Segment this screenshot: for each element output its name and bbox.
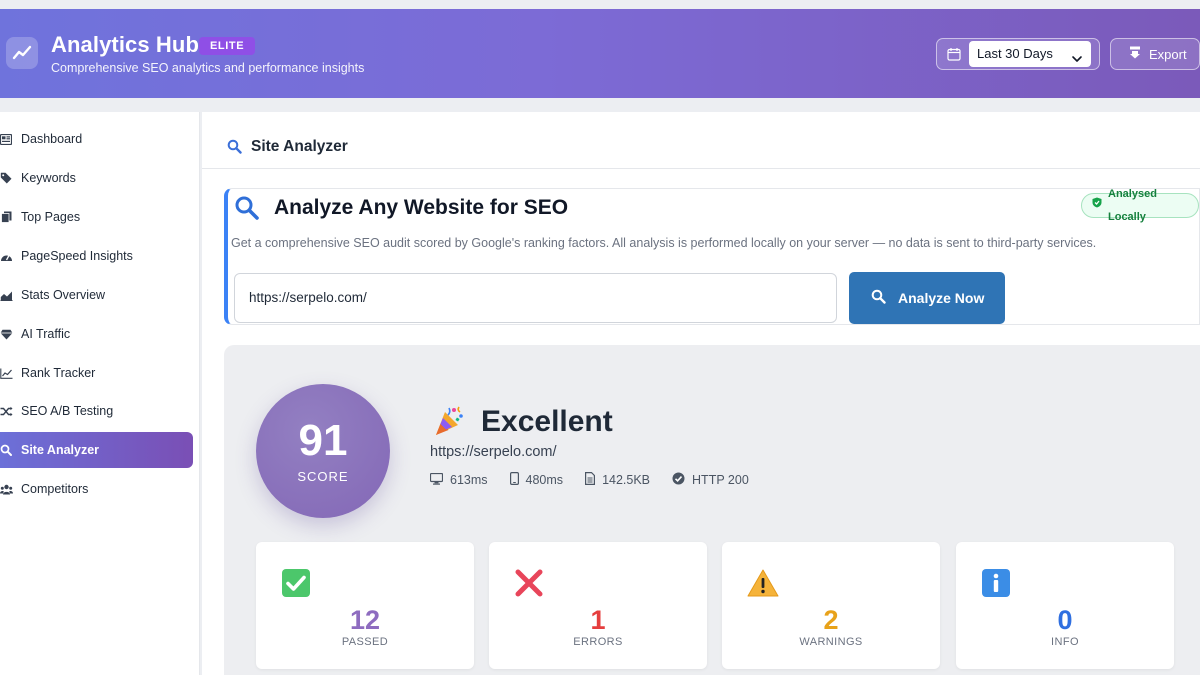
export-label: Export <box>1149 46 1187 62</box>
url-input[interactable]: https://serpelo.com/ <box>234 273 837 323</box>
sidebar-item-label: AI Traffic <box>21 327 71 341</box>
sidebar-item-label: Competitors <box>21 482 89 496</box>
users-icon <box>0 484 17 495</box>
sidebar-item-competitors[interactable]: Competitors <box>0 471 193 507</box>
shuffle-icon <box>0 406 17 417</box>
search-icon <box>234 195 260 226</box>
result-url: https://serpelo.com/ <box>430 444 557 460</box>
result-metrics: 613ms 480ms 142.5KB HTTP 200 <box>429 472 749 488</box>
stat-label: PASSED <box>341 636 389 648</box>
mobile-load-time: 480ms <box>525 473 564 487</box>
search-icon <box>871 289 886 307</box>
stat-card-warnings: 2 WARNINGS <box>722 542 940 669</box>
desktop-load-time: 613ms <box>450 473 488 487</box>
stat-card-errors: 1 ERRORS <box>489 542 707 669</box>
analyzer-description: Get a comprehensive SEO audit scored by … <box>231 236 1097 250</box>
info-icon <box>981 568 1011 603</box>
sidebar-item-site-analyzer[interactable]: Site Analyzer <box>0 432 193 468</box>
analyze-button-label: Analyze Now <box>898 290 985 306</box>
page-size-value: 142.5KB <box>602 473 651 487</box>
sidebar-item-label: Keywords <box>21 171 76 185</box>
analyze-button[interactable]: Analyze Now <box>849 272 1005 324</box>
search-icon <box>227 139 242 159</box>
line-chart-icon <box>0 368 17 379</box>
warning-icon <box>747 568 779 603</box>
chevron-down-icon <box>1071 48 1083 74</box>
diamond-icon <box>0 329 17 340</box>
trend-icon <box>6 37 38 69</box>
app-header: Analytics Hub ELITE Comprehensive SEO an… <box>0 9 1200 98</box>
export-button[interactable]: Export <box>1110 38 1200 70</box>
score-value: 91 <box>298 416 348 465</box>
calendar-icon <box>947 47 961 66</box>
score-label: SCORE <box>297 469 349 484</box>
area-chart-icon <box>0 290 17 301</box>
stat-value: 2 <box>823 605 839 635</box>
file-icon <box>585 472 596 488</box>
sidebar-item-label: Top Pages <box>21 210 81 224</box>
stat-card-info: 0 INFO <box>956 542 1174 669</box>
desktop-load-metric: 613ms <box>429 472 488 488</box>
local-analysis-badge: Analysed Locally <box>1081 188 1199 223</box>
sidebar-item-label: Stats Overview <box>21 288 106 302</box>
stat-label: WARNINGS <box>799 636 863 648</box>
date-range-select[interactable]: Last 30 Days <box>969 41 1091 67</box>
sidebar-item-ai-traffic[interactable]: AI Traffic <box>0 316 193 352</box>
stat-value: 1 <box>590 605 606 635</box>
app-subtitle: Comprehensive SEO analytics and performa… <box>51 61 365 75</box>
download-icon <box>1129 46 1141 62</box>
sidebar-item-label: SEO A/B Testing <box>21 404 114 418</box>
page-size-metric: 142.5KB <box>585 472 650 488</box>
http-status-value: HTTP 200 <box>692 473 749 487</box>
sidebar-item-label: PageSpeed Insights <box>21 249 133 263</box>
analyzer-card: Analyze Any Website for SEO Analysed Loc… <box>224 188 1200 325</box>
page-title: Site Analyzer <box>251 138 348 155</box>
sidebar-item-dashboard[interactable]: Dashboard <box>0 121 193 157</box>
sidebar-item-label: Site Analyzer <box>21 443 100 457</box>
sidebar-item-seo-a-b-testing[interactable]: SEO A/B Testing <box>0 393 193 429</box>
search-icon <box>0 444 17 456</box>
sidebar-item-keywords[interactable]: Keywords <box>0 160 193 196</box>
stat-label: ERRORS <box>573 636 623 648</box>
app-title: Analytics Hub <box>51 32 199 57</box>
party-popper-icon <box>432 404 466 443</box>
sidebar-item-stats-overview[interactable]: Stats Overview <box>0 277 193 313</box>
analyzer-title: Analyze Any Website for SEO <box>274 196 569 219</box>
plan-badge: ELITE <box>199 37 256 55</box>
shield-icon <box>1092 194 1102 217</box>
stat-value: 12 <box>349 605 381 635</box>
check-circle-icon <box>672 472 685 488</box>
sidebar-item-label: Rank Tracker <box>21 366 96 380</box>
page-header: Site Analyzer <box>202 112 1200 169</box>
local-analysis-label: Analysed Locally <box>1108 187 1157 223</box>
tag-icon <box>0 172 17 184</box>
pages-icon <box>0 211 17 223</box>
stat-value: 0 <box>1057 605 1073 635</box>
mobile-icon <box>509 472 519 488</box>
stat-label: INFO <box>1051 636 1079 648</box>
http-status-metric: HTTP 200 <box>672 472 749 488</box>
speedometer-icon <box>0 251 17 262</box>
sidebar-item-label: Dashboard <box>21 132 83 146</box>
sidebar-item-rank-tracker[interactable]: Rank Tracker <box>0 355 193 391</box>
sidebar-item-pagespeed-insights[interactable]: PageSpeed Insights <box>0 238 193 274</box>
mobile-load-metric: 480ms <box>509 472 564 488</box>
desktop-icon <box>429 472 444 488</box>
cross-icon <box>514 568 544 603</box>
check-icon <box>281 568 311 603</box>
dashboard-icon <box>0 133 17 145</box>
score-circle: 91 SCORE <box>256 384 390 518</box>
sidebar-item-top-pages[interactable]: Top Pages <box>0 199 193 235</box>
date-range-value: Last 30 Days <box>977 46 1053 61</box>
date-range-picker[interactable]: Last 30 Days <box>936 38 1100 70</box>
grade-text: Excellent <box>481 405 613 438</box>
stat-card-passed: 12 PASSED <box>256 542 474 669</box>
